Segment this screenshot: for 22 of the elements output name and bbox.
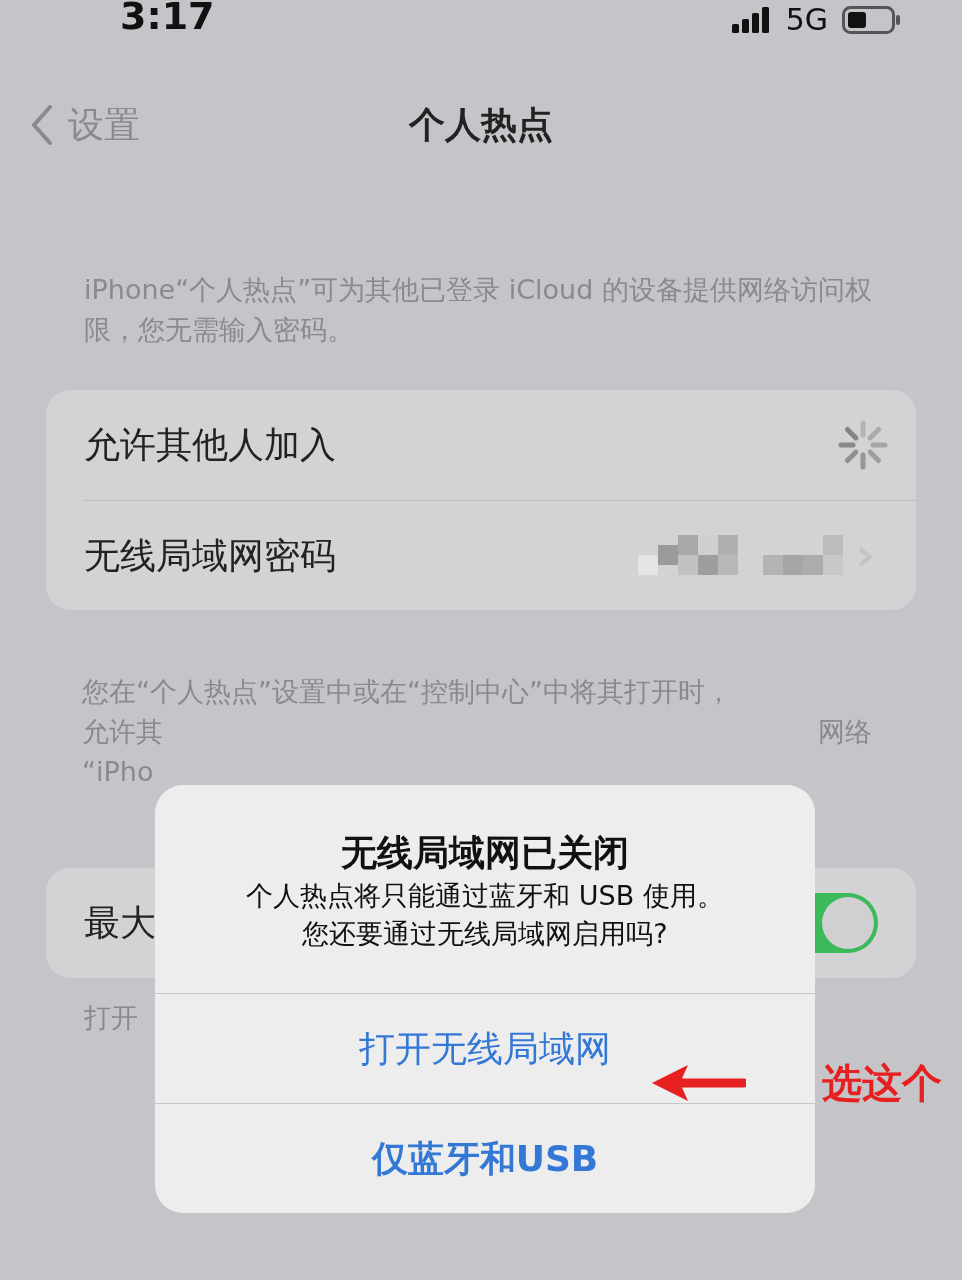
battery-icon — [842, 6, 902, 34]
loading-spinner-icon — [838, 420, 888, 470]
network-label: 5G — [785, 5, 828, 35]
footer-note: 您在“个人热点”设置中或在“控制中心”中将其打开时， — [82, 675, 733, 709]
annotation-text: 选这个 — [822, 1059, 942, 1108]
alert-action-button[interactable]: 仅蓝牙和USB — [155, 1103, 815, 1213]
chevron-left-icon — [30, 104, 54, 146]
footer-note: 网络 — [818, 715, 872, 749]
clock-time: 3:17 — [120, 0, 215, 35]
footer-note: “iPho — [82, 755, 155, 789]
alert-message: 您还要通过无线局域网启用吗? — [302, 917, 668, 951]
setting-label[interactable]: 无线局域网密码 — [84, 528, 336, 583]
setting-label[interactable]: 最大 — [84, 896, 156, 950]
footer-note: 允许其 — [82, 715, 163, 749]
intro-text: iPhone“个人热点”可为其他已登录 iCloud 的设备提供网络访问权限，您无需输入密码。 — [84, 273, 873, 347]
signal-icon — [731, 7, 772, 33]
arrow-annotation-icon — [650, 1063, 746, 1103]
page-title: 个人热点 — [409, 103, 553, 147]
alert-message: 个人热点将只能通过蓝牙和 USB 使用。 — [246, 879, 724, 913]
alert-title: 无线局域网已关闭 — [341, 831, 629, 875]
setting-label[interactable]: 允许其他人加入 — [84, 418, 336, 472]
footer-note: 打开 — [84, 1001, 139, 1035]
